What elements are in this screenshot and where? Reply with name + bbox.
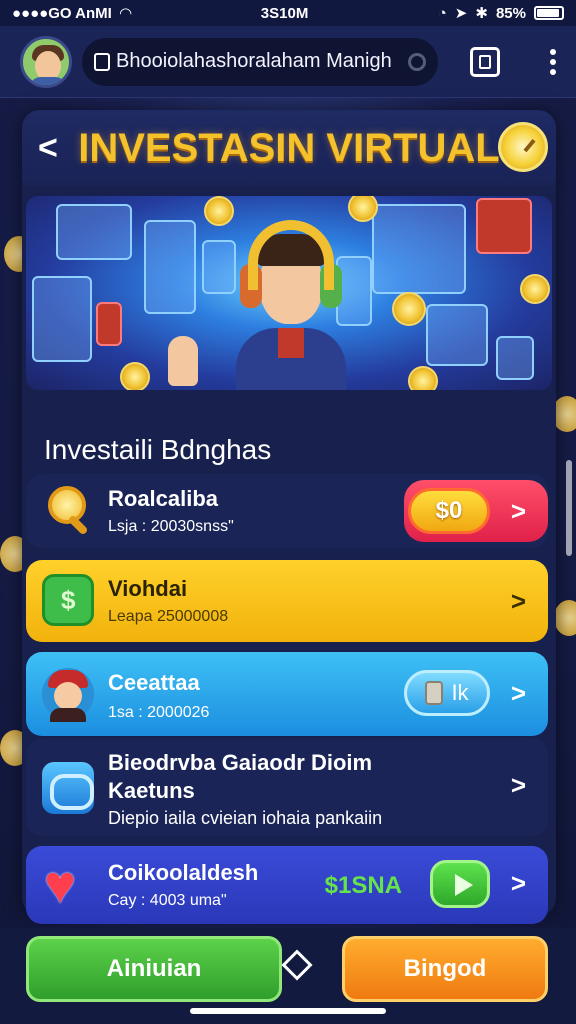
bag-badge[interactable]: Ik bbox=[404, 670, 490, 716]
chart-panel-icon bbox=[426, 304, 488, 366]
chart-panel-icon bbox=[372, 204, 466, 294]
chart-panel-icon bbox=[32, 276, 92, 362]
status-bar: ●●●●GO AnMI ◠ 3S10M ◔ ➤ ✱ 85% bbox=[0, 0, 576, 26]
amount-label: $1SNA bbox=[324, 872, 402, 899]
reload-icon[interactable] bbox=[408, 52, 426, 71]
phone-icon bbox=[496, 336, 534, 380]
menu-button[interactable] bbox=[550, 48, 556, 75]
item-detail: Lsja : 20030snss" bbox=[108, 518, 234, 535]
list-item[interactable]: Roalcaliba Lsja : 20030snss" $0 > bbox=[26, 474, 548, 548]
person-icon bbox=[42, 668, 94, 722]
coin-icon bbox=[120, 362, 150, 390]
diamond-icon[interactable] bbox=[281, 949, 313, 981]
list-item[interactable]: Coikoolaldesh Cay : 4003 uma" $1SNA > bbox=[26, 846, 548, 924]
url-text: Bhooiolahashoralaham Manigh bbox=[116, 50, 392, 72]
background-coin-icon bbox=[554, 600, 576, 636]
item-detail: Diepio iaila cvieian iohaia pankaiin bbox=[108, 808, 383, 828]
scrollbar[interactable] bbox=[566, 460, 572, 556]
item-name: Roalcaliba bbox=[108, 486, 219, 511]
bluetooth-icon: ✱ bbox=[475, 5, 488, 22]
wallet-icon bbox=[476, 198, 532, 254]
wifi-icon: ◠ bbox=[119, 5, 132, 22]
clock-icon[interactable] bbox=[498, 122, 548, 172]
coins-icon bbox=[42, 762, 94, 814]
item-detail: Leapa 25000008 bbox=[108, 608, 229, 625]
chart-panel-icon bbox=[144, 220, 196, 314]
phone-icon bbox=[96, 302, 122, 346]
badge-label: Ik bbox=[451, 680, 469, 705]
chevron-right-icon[interactable]: > bbox=[511, 868, 526, 899]
page-icon bbox=[94, 52, 110, 71]
right-action-button[interactable]: Bingod bbox=[342, 936, 548, 1002]
chevron-right-icon[interactable]: > bbox=[511, 586, 526, 617]
chevron-right-icon[interactable]: > bbox=[511, 496, 526, 527]
tabs-button[interactable] bbox=[470, 46, 500, 77]
list-item[interactable]: Bieodrvba Gaiaodr Dioim Kaetuns Diepio i… bbox=[26, 738, 548, 836]
item-name: Bieodrvba Gaiaodr Dioim bbox=[108, 750, 373, 775]
avatar[interactable] bbox=[20, 35, 72, 88]
item-name: Coikoolaldesh bbox=[108, 860, 259, 885]
heart-icon bbox=[42, 854, 94, 916]
money-chat-icon bbox=[42, 574, 94, 626]
play-button[interactable] bbox=[430, 860, 490, 908]
chart-panel-icon bbox=[202, 240, 236, 294]
browser-toolbar: Bhooiolahashoralaham Manigh bbox=[0, 26, 576, 98]
item-name-line2: Kaetuns bbox=[108, 778, 195, 803]
coin-icon bbox=[408, 366, 438, 390]
hero-illustration bbox=[26, 196, 552, 390]
avatar-illustration bbox=[236, 216, 346, 390]
url-bar[interactable]: Bhooiolahashoralaham Manigh bbox=[82, 37, 438, 86]
battery-percent: 85% bbox=[495, 4, 526, 22]
back-button[interactable]: < bbox=[38, 130, 68, 166]
home-indicator[interactable] bbox=[190, 1008, 386, 1014]
clock-label: 3S10M bbox=[260, 4, 309, 22]
item-name: Viohdai bbox=[108, 576, 188, 601]
magnifier-icon bbox=[42, 482, 94, 534]
item-detail: 1sa : 2000026 bbox=[108, 704, 210, 721]
page-title: INVESTASIN VIRTUAL bbox=[78, 125, 500, 170]
coin-icon bbox=[520, 274, 550, 304]
chart-panel-icon bbox=[56, 204, 132, 260]
list-item[interactable]: Viohdai Leapa 25000008 > bbox=[26, 560, 548, 642]
tabs-icon bbox=[479, 54, 491, 69]
coin-icon bbox=[204, 196, 234, 226]
dollar-badge[interactable]: $0 bbox=[408, 488, 490, 534]
carrier-label: ●●●●GO AnMI bbox=[12, 4, 112, 22]
item-detail: Cay : 4003 uma" bbox=[108, 892, 227, 909]
bag-icon bbox=[425, 681, 444, 705]
list-item[interactable]: Ceeattaa 1sa : 2000026 Ik > bbox=[26, 652, 548, 736]
location-icon: ➤ bbox=[454, 5, 468, 22]
chevron-right-icon[interactable]: > bbox=[511, 770, 526, 801]
alarm-icon: ◔ bbox=[437, 4, 447, 22]
pointing-hand-icon bbox=[168, 336, 198, 386]
item-name: Ceeattaa bbox=[108, 670, 200, 695]
battery-icon bbox=[533, 6, 564, 20]
coin-icon bbox=[392, 292, 426, 326]
section-title: Investaili Bdnghas bbox=[44, 434, 272, 465]
investment-list: Investaili Bdnghas Roalcaliba Lsja : 200… bbox=[26, 390, 552, 924]
chevron-right-icon[interactable]: > bbox=[511, 678, 526, 709]
page-header: < INVESTASIN VIRTUAL bbox=[22, 110, 556, 186]
left-action-button[interactable]: Ainiuian bbox=[26, 936, 282, 1002]
